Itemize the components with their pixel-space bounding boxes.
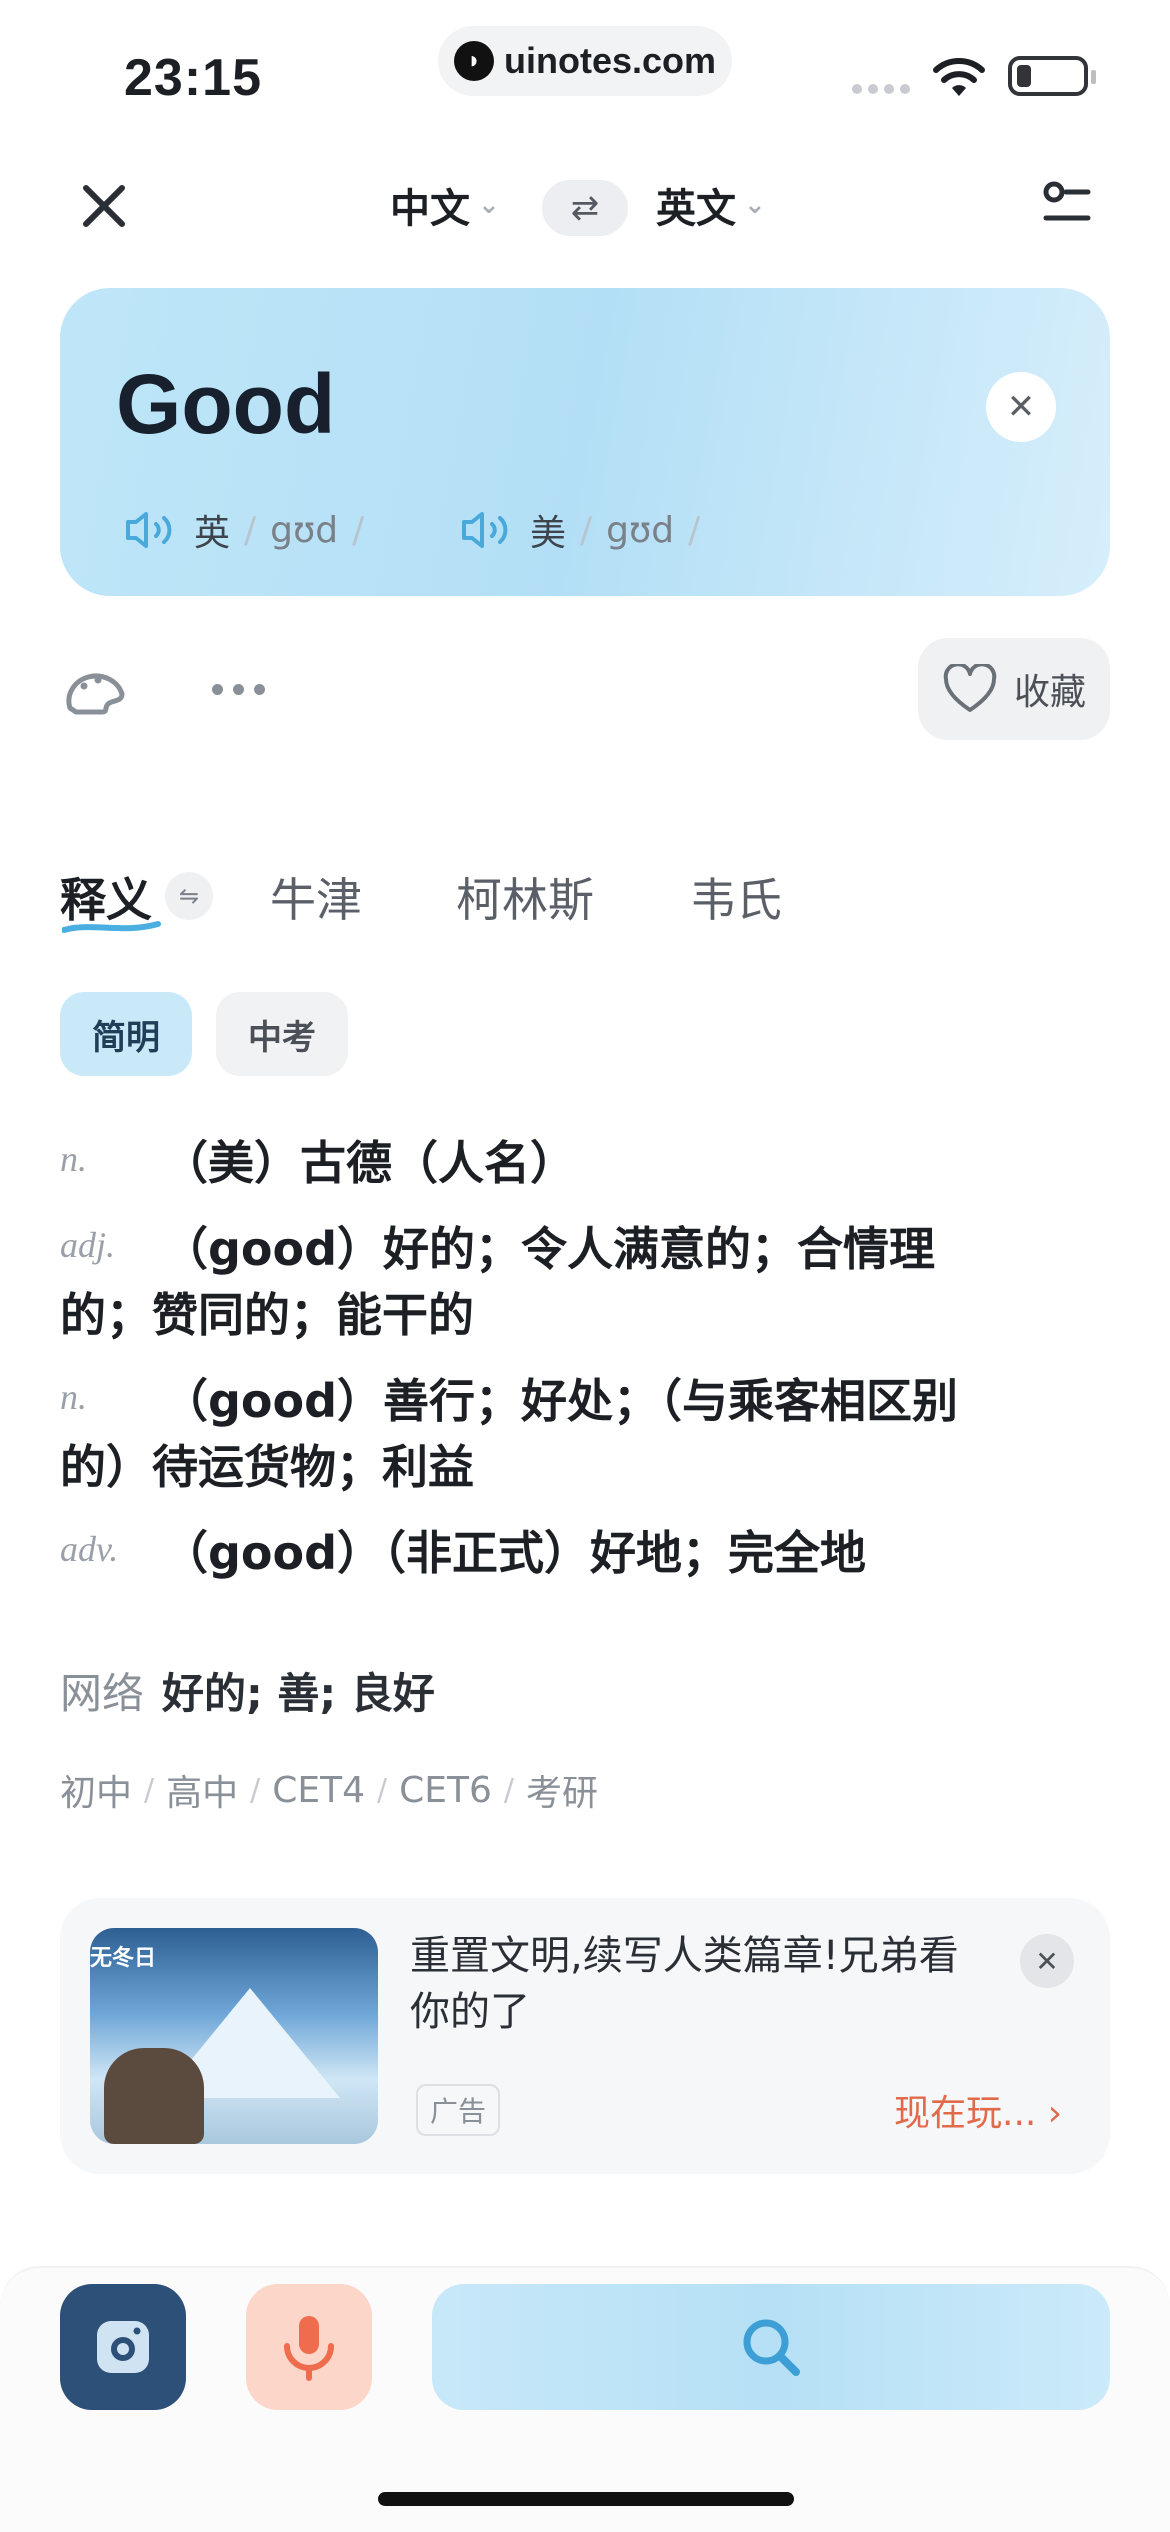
part-of-speech: adv.	[60, 1529, 119, 1569]
ad-cta-link[interactable]: 现在玩... ›	[894, 2084, 1062, 2136]
palette-icon[interactable]	[62, 664, 130, 716]
exam-levels: 初中 / 高中 / CET4/ CET6/ 考研	[60, 1764, 598, 1816]
chevron-down-icon: ⌄	[478, 190, 500, 220]
definition-item: n. （美）古德（人名）	[60, 1130, 1060, 1196]
definition-text: （good）（非正式）好地；完全地	[162, 1526, 867, 1580]
close-icon: ✕	[1006, 387, 1036, 427]
ad-title: 重置文明,续写人类篇章!兄弟看你的了	[410, 1933, 959, 2035]
swap-icon[interactable]: ⇋	[165, 872, 213, 920]
source-lang-select[interactable]: 中文 ⌄	[390, 176, 500, 234]
level-tag: CET6	[399, 1769, 492, 1811]
definition-text: （good）好的；令人满意的；合情理的；赞同的；能干的	[60, 1222, 936, 1342]
tab-oxford[interactable]: 牛津	[270, 864, 362, 930]
heart-icon	[943, 664, 997, 712]
level-tag: 考研	[526, 1773, 599, 1814]
status-time: 23:15	[124, 49, 262, 107]
speaker-icon	[126, 512, 172, 548]
wifi-icon	[933, 58, 985, 96]
swap-lang-button[interactable]: ⇄	[542, 180, 628, 236]
url-text: uinotes.com	[503, 40, 717, 81]
ad-cta-label: 现在玩...	[894, 2093, 1037, 2134]
chip-concise[interactable]: 简明	[60, 992, 192, 1076]
camera-button[interactable]	[60, 2284, 186, 2410]
definition-item: n. （good）善行；好处；（与乘客相区别的）待运货物；利益	[60, 1368, 1060, 1500]
mic-button[interactable]	[246, 2284, 372, 2410]
definition-text: （good）善行；好处；（与乘客相区别的）待运货物；利益	[60, 1374, 959, 1494]
chevron-down-icon: ⌄	[744, 190, 766, 220]
ad-card[interactable]: 无冬日 重置文明,续写人类篇章!兄弟看你的了 ✕ 广告 现在玩... ›	[60, 1898, 1110, 2174]
swap-icon: ⇄	[570, 188, 600, 228]
uk-pronunciation[interactable]: 英 / gʊd /	[124, 504, 364, 556]
status-bar: 23:15 ◗ uinotes.com	[0, 0, 1170, 130]
definition-text: （美）古德（人名）	[162, 1136, 576, 1190]
home-indicator[interactable]	[378, 2492, 794, 2506]
level-tag: 初中	[60, 1773, 133, 1814]
chip-zhongkao[interactable]: 中考	[216, 992, 348, 1076]
url-pill[interactable]: ◗ uinotes.com	[438, 26, 732, 96]
us-label: 美	[530, 513, 567, 554]
network-definition: 网络 好的; 善; 良好	[60, 1660, 435, 1721]
mic-icon	[284, 2316, 334, 2381]
target-lang-select[interactable]: 英文 ⌄	[656, 176, 766, 234]
favorite-label: 收藏	[1013, 672, 1086, 713]
close-icon[interactable]	[76, 178, 132, 234]
definition-item: adv. （good）（非正式）好地；完全地	[60, 1520, 1060, 1586]
camera-icon	[97, 2321, 149, 2373]
ad-image-tag: 无冬日	[90, 1946, 157, 1971]
query-word[interactable]: Good	[116, 356, 335, 453]
battery-icon	[1008, 56, 1096, 96]
speaker-icon	[462, 512, 508, 548]
settings-icon[interactable]	[1040, 178, 1094, 232]
chevron-right-icon: ›	[1047, 2093, 1063, 2134]
tab-active-underline	[62, 921, 161, 933]
definition-item: adj. （good）好的；令人满意的；合情理的；赞同的；能干的	[60, 1216, 1060, 1348]
close-icon: ✕	[1035, 1944, 1059, 1978]
dictionary-tabs: 释义 ⇋ 牛津 柯林斯 韦氏	[60, 864, 1110, 944]
level-tag: CET4	[272, 1769, 366, 1811]
ad-close-button[interactable]: ✕	[1020, 1934, 1074, 1988]
favorite-button[interactable]: 收藏	[918, 638, 1110, 740]
us-pronunciation[interactable]: 美 / gʊd /	[460, 504, 700, 556]
network-value: 好的; 善; 良好	[162, 1669, 435, 1718]
more-icon[interactable]	[212, 684, 265, 695]
uk-label: 英	[194, 513, 231, 554]
us-phonetic: gʊd	[606, 509, 675, 551]
source-lang-label: 中文	[390, 186, 470, 232]
target-lang-label: 英文	[656, 186, 736, 232]
tab-collins[interactable]: 柯林斯	[456, 864, 594, 930]
part-of-speech: n.	[60, 1139, 87, 1179]
clear-button[interactable]: ✕	[986, 372, 1056, 442]
network-label: 网络	[60, 1669, 145, 1718]
signal-icon	[852, 84, 910, 94]
site-logo-icon: ◗	[453, 41, 494, 81]
uk-phonetic: gʊd	[270, 509, 339, 551]
level-tag: 高中	[166, 1773, 239, 1814]
ad-badge: 广告	[416, 2084, 501, 2136]
search-icon	[743, 2319, 800, 2376]
ad-image[interactable]: 无冬日	[90, 1928, 378, 2144]
definition-list: n. （美）古德（人名） adj. （good）好的；令人满意的；合情理的；赞同…	[60, 1130, 1060, 1606]
search-button[interactable]	[432, 2284, 1110, 2410]
word-card: Good ✕ 英 / gʊd / 美 / gʊd /	[60, 288, 1110, 596]
tab-webster[interactable]: 韦氏	[690, 864, 782, 930]
